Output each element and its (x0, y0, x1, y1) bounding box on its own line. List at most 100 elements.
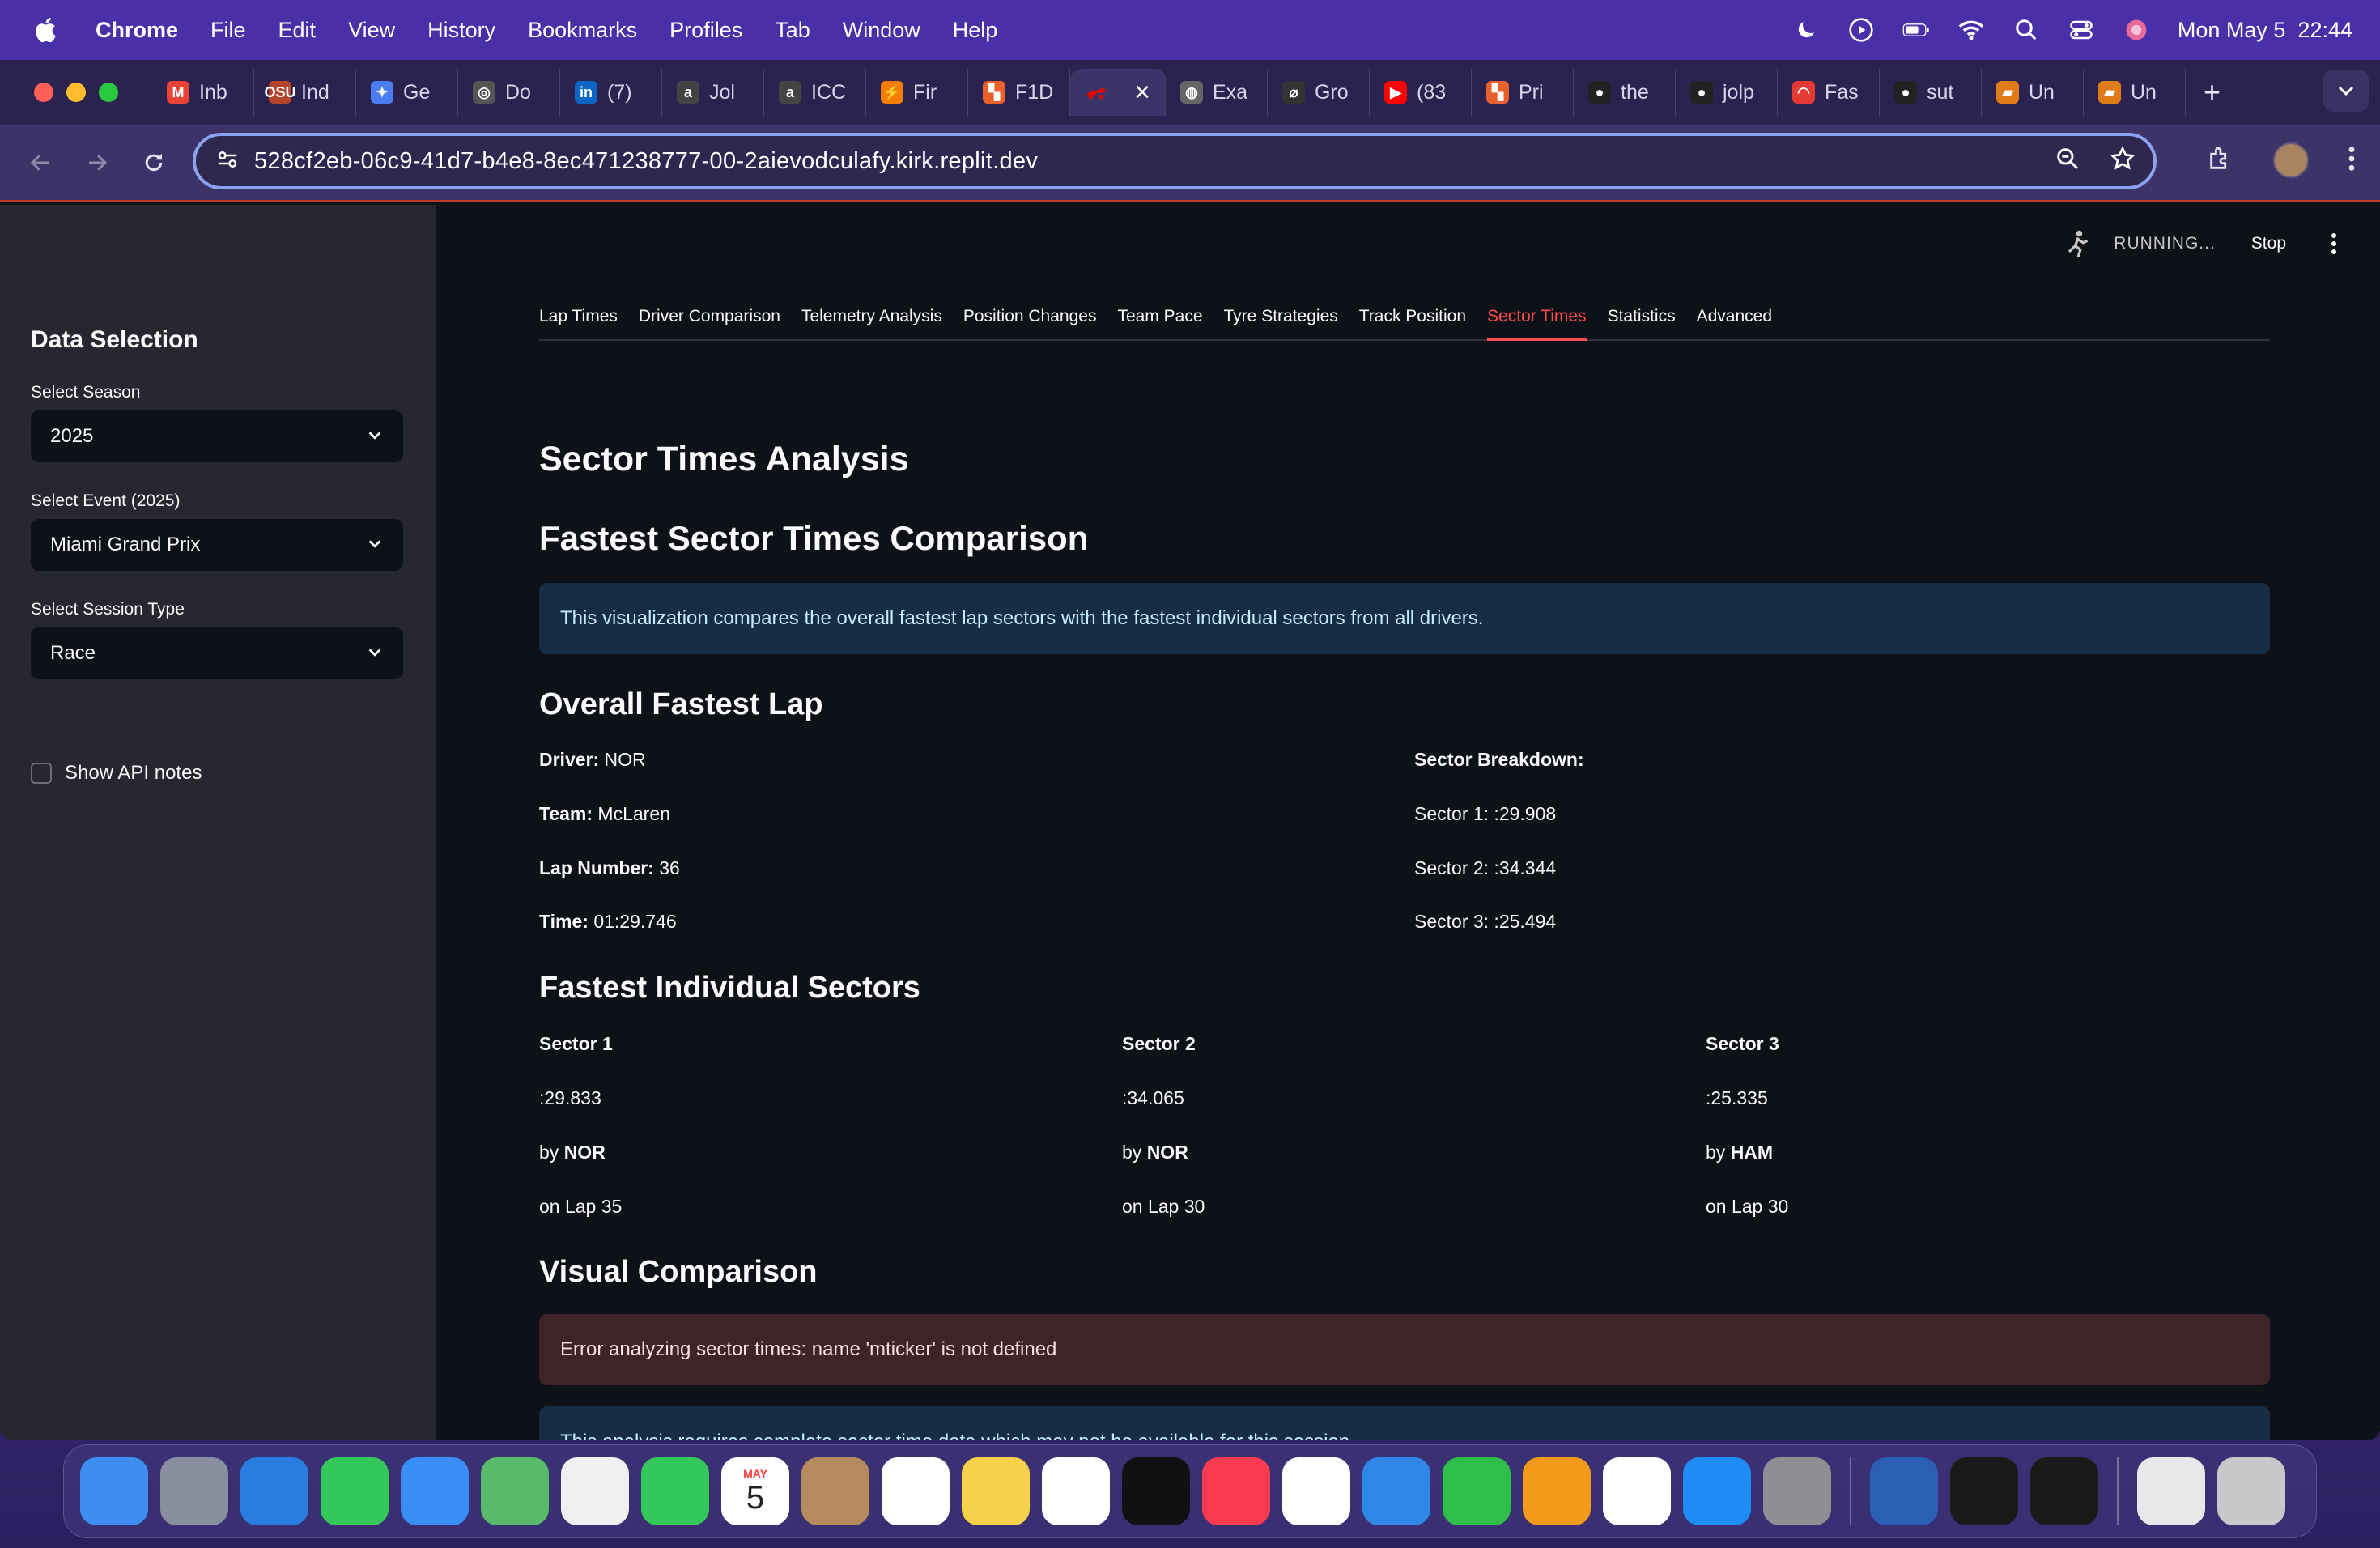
browser-tab-l-8[interactable]: ▚ F1D (968, 69, 1070, 116)
browser-tab-l-7[interactable]: ⚡ Fir (866, 69, 968, 116)
menu-clock[interactable]: Mon May 5 22:44 (2178, 18, 2352, 43)
chrome-icon[interactable] (1603, 1457, 1671, 1525)
browser-tab-r-4[interactable]: ● the (1574, 69, 1676, 116)
spotlight-search-icon[interactable] (2012, 16, 2040, 44)
contacts-icon[interactable] (801, 1457, 869, 1525)
tab-team-pace[interactable]: Team Pace (1117, 302, 1202, 341)
settings-icon[interactable] (1763, 1457, 1831, 1525)
tab-telemetry-analysis[interactable]: Telemetry Analysis (801, 302, 942, 341)
activity-monitor-icon[interactable] (1950, 1457, 2018, 1525)
browser-tab-l-5[interactable]: a Jol (662, 69, 764, 116)
extensions-icon[interactable] (2207, 145, 2234, 176)
apple-icon[interactable] (32, 15, 62, 45)
minimize-window-button[interactable] (66, 83, 86, 102)
browser-tab-r-5[interactable]: ● jolp (1676, 69, 1778, 116)
menu-bookmarks[interactable]: Bookmarks (528, 18, 637, 43)
back-button[interactable] (24, 147, 57, 179)
season-select[interactable]: 2025 (31, 410, 403, 462)
site-settings-icon[interactable] (215, 147, 240, 176)
tab-sector-times[interactable]: Sector Times (1487, 302, 1587, 341)
word-icon[interactable] (1870, 1457, 1938, 1525)
menu-file[interactable]: File (210, 18, 246, 43)
freeform-icon[interactable] (1042, 1457, 1110, 1525)
close-window-button[interactable] (34, 83, 53, 102)
stop-button[interactable]: Stop (2251, 234, 2286, 253)
messages-icon[interactable] (321, 1457, 389, 1525)
browser-tab-l-3[interactable]: ◎ Do (458, 69, 560, 116)
profile-avatar[interactable] (2273, 142, 2309, 178)
trash-icon[interactable] (2217, 1457, 2285, 1525)
zoom-icon[interactable] (2055, 146, 2080, 176)
session-select[interactable]: Race (31, 627, 403, 679)
tab-driver-comparison[interactable]: Driver Comparison (639, 302, 780, 341)
menu-history[interactable]: History (427, 18, 495, 43)
safari-icon[interactable] (240, 1457, 308, 1525)
siri-icon[interactable] (2123, 16, 2150, 44)
numbers-icon[interactable] (1443, 1457, 1511, 1525)
browser-tab-l-2[interactable]: ✦ Ge (356, 69, 458, 116)
browser-tab-l-4[interactable]: in (7) (560, 69, 662, 116)
browser-tab-r-7[interactable]: ● sut (1880, 69, 1982, 116)
control-center-icon[interactable] (2068, 16, 2095, 44)
close-tab-icon[interactable]: × (1134, 77, 1150, 108)
launchpad-icon[interactable] (160, 1457, 228, 1525)
menu-edit[interactable]: Edit (278, 18, 317, 43)
tab-lap-times[interactable]: Lap Times (539, 302, 618, 341)
browser-tab-l-0[interactable]: M Inb (152, 69, 254, 116)
photos-icon[interactable] (561, 1457, 629, 1525)
keynote-icon[interactable] (1362, 1457, 1430, 1525)
zoom-window-button[interactable] (99, 83, 118, 102)
appletv-icon[interactable] (1122, 1457, 1190, 1525)
battery-icon[interactable] (1902, 16, 1930, 44)
browser-tab-r-1[interactable]: ⌀ Gro (1268, 69, 1370, 116)
reminders-icon[interactable] (882, 1457, 950, 1525)
mail-icon[interactable] (401, 1457, 469, 1525)
play-icon[interactable] (1847, 16, 1875, 44)
tab-track-position[interactable]: Track Position (1359, 302, 1466, 341)
tab-search-button[interactable] (2323, 70, 2369, 112)
bookmark-star-icon[interactable] (2110, 146, 2136, 176)
browser-tab-r-8[interactable]: ▰ Un (1982, 69, 2084, 116)
facetime-icon[interactable] (641, 1457, 709, 1525)
browser-tab-r-3[interactable]: ▚ Pri (1472, 69, 1574, 116)
finder-icon[interactable] (80, 1457, 148, 1525)
browser-tab-r-9[interactable]: ▰ Un (2084, 69, 2186, 116)
tab-position-changes[interactable]: Position Changes (963, 302, 1097, 341)
music-icon[interactable] (1202, 1457, 1270, 1525)
browser-tab-active[interactable]: × (1070, 69, 1166, 116)
tab-tyre-strategies[interactable]: Tyre Strategies (1224, 302, 1338, 341)
url-text[interactable]: 528cf2eb-06c9-41d7-b4e8-8ec471238777-00-… (254, 148, 1038, 175)
menu-help[interactable]: Help (953, 18, 998, 43)
news-icon[interactable] (1282, 1457, 1350, 1525)
maps-icon[interactable] (481, 1457, 549, 1525)
address-bar[interactable]: 528cf2eb-06c9-41d7-b4e8-8ec471238777-00-… (193, 133, 2157, 189)
event-select[interactable]: Miami Grand Prix (31, 519, 403, 571)
browser-tab-r-6[interactable]: ◠ Fas (1778, 69, 1880, 116)
menu-view[interactable]: View (348, 18, 395, 43)
api-notes-checkbox[interactable]: Show API notes (31, 762, 202, 785)
menu-app-name[interactable]: Chrome (96, 18, 178, 43)
tab-statistics[interactable]: Statistics (1608, 302, 1676, 341)
menu-tab[interactable]: Tab (775, 18, 810, 43)
appstore-icon[interactable] (1683, 1457, 1751, 1525)
checkbox-box[interactable] (31, 763, 52, 784)
calendar-icon[interactable]: MAY 5 (721, 1457, 789, 1525)
menu-window[interactable]: Window (843, 18, 920, 43)
menu-profiles[interactable]: Profiles (669, 18, 742, 43)
browser-tab-r-0[interactable]: ◍ Exa (1166, 69, 1268, 116)
more-options-icon[interactable] (2348, 145, 2356, 176)
reload-button[interactable] (138, 147, 170, 179)
wifi-icon[interactable] (1957, 16, 1985, 44)
browser-tab-r-2[interactable]: ▶ (83 (1370, 69, 1472, 116)
forward-button[interactable] (81, 147, 113, 179)
moon-icon[interactable] (1792, 16, 1820, 44)
tab-advanced[interactable]: Advanced (1697, 302, 1772, 341)
document-icon[interactable] (2137, 1457, 2205, 1525)
browser-tab-l-6[interactable]: a ICC (764, 69, 866, 116)
pages-icon[interactable] (1523, 1457, 1591, 1525)
terminal-icon[interactable] (2030, 1457, 2098, 1525)
main-menu-icon[interactable] (2330, 232, 2338, 256)
new-tab-button[interactable]: + (2204, 75, 2221, 109)
browser-tab-l-1[interactable]: OSU Ind (254, 69, 356, 116)
notes-icon[interactable] (962, 1457, 1030, 1525)
